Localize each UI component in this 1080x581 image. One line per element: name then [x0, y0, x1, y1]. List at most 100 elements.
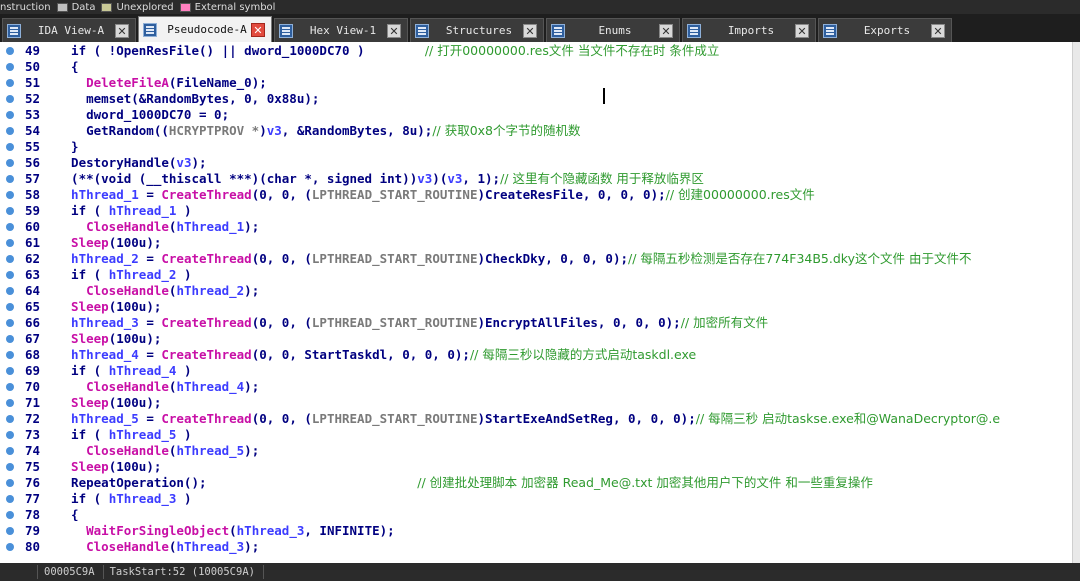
code-text: (**(void (__thiscall ***)(char *, signed… [56, 171, 704, 187]
code-text: dword_1000DC70 = 0; [56, 107, 229, 123]
pseudocode-view[interactable]: 49 if ( !OpenResFile() || dword_1000DC70… [0, 42, 1072, 563]
vertical-scrollbar[interactable] [1072, 42, 1080, 563]
code-line[interactable]: 57 (**(void (__thiscall ***)(char *, sig… [0, 171, 1072, 187]
close-icon[interactable]: ✕ [251, 22, 265, 37]
code-line[interactable]: 60 CloseHandle(hThread_1); [0, 219, 1072, 235]
breakpoint-dot-icon[interactable] [6, 223, 14, 231]
breakpoint-dot-icon[interactable] [6, 415, 14, 423]
tab-ida-view-a[interactable]: IDA View-A ✕ [2, 18, 136, 42]
close-icon[interactable]: ✕ [659, 23, 673, 38]
code-line[interactable]: 72 hThread_5 = CreateThread(0, 0, (LPTHR… [0, 411, 1072, 427]
code-line[interactable]: 71 Sleep(100u); [0, 395, 1072, 411]
code-line[interactable]: 69 if ( hThread_4 ) [0, 363, 1072, 379]
code-line[interactable]: 76 RepeatOperation(); // 创建批处理脚本 加密器 Rea… [0, 475, 1072, 491]
code-line[interactable]: 80 CloseHandle(hThread_3); [0, 539, 1072, 555]
close-icon[interactable]: ✕ [387, 23, 401, 38]
breakpoint-dot-icon[interactable] [6, 479, 14, 487]
code-line[interactable]: 70 CloseHandle(hThread_4); [0, 379, 1072, 395]
code-line[interactable]: 74 CloseHandle(hThread_5); [0, 443, 1072, 459]
tab-exports[interactable]: Exports ✕ [818, 18, 952, 42]
code-line[interactable]: 67 Sleep(100u); [0, 331, 1072, 347]
line-number: 79 [24, 523, 40, 538]
code-line[interactable]: 73 if ( hThread_5 ) [0, 427, 1072, 443]
code-line[interactable]: 49 if ( !OpenResFile() || dword_1000DC70… [0, 43, 1072, 59]
code-token: ); [244, 539, 260, 554]
breakpoint-dot-icon[interactable] [6, 255, 14, 263]
code-line[interactable]: 54 GetRandom((HCRYPTPROV *)v3, &RandomBy… [0, 123, 1072, 139]
code-line[interactable]: 66 hThread_3 = CreateThread(0, 0, (LPTHR… [0, 315, 1072, 331]
breakpoint-dot-icon[interactable] [6, 111, 14, 119]
breakpoint-dot-icon[interactable] [6, 447, 14, 455]
close-icon[interactable]: ✕ [795, 23, 809, 38]
tab-hex-view-1[interactable]: Hex View-1 ✕ [274, 18, 408, 42]
breakpoint-dot-icon[interactable] [6, 271, 14, 279]
code-line[interactable]: 78 { [0, 507, 1072, 523]
tab-pseudocode-a[interactable]: Pseudocode-A ✕ [138, 16, 272, 42]
code-line[interactable]: 58 hThread_1 = CreateThread(0, 0, (LPTHR… [0, 187, 1072, 203]
code-line[interactable]: 55 } [0, 139, 1072, 155]
breakpoint-dot-icon[interactable] [6, 367, 14, 375]
breakpoint-dot-icon[interactable] [6, 319, 14, 327]
code-line[interactable]: 50 { [0, 59, 1072, 75]
code-line[interactable]: 59 if ( hThread_1 ) [0, 203, 1072, 219]
close-icon[interactable]: ✕ [523, 23, 537, 38]
breakpoint-dot-icon[interactable] [6, 63, 14, 71]
breakpoint-dot-icon[interactable] [6, 127, 14, 135]
code-line[interactable]: 56 DestoryHandle(v3); [0, 155, 1072, 171]
code-token: (0, 0, ( [251, 411, 312, 426]
code-line[interactable]: 52 memset(&RandomBytes, 0, 0x88u); [0, 91, 1072, 107]
tab-imports[interactable]: Imports ✕ [682, 18, 816, 42]
breakpoint-dot-icon[interactable] [6, 207, 14, 215]
breakpoint-dot-icon[interactable] [6, 95, 14, 103]
breakpoint-dot-icon[interactable] [6, 175, 14, 183]
code-text: hThread_3 = CreateThread(0, 0, (LPTHREAD… [56, 315, 768, 331]
code-line[interactable]: 77 if ( hThread_3 ) [0, 491, 1072, 507]
breakpoint-dot-icon[interactable] [6, 287, 14, 295]
code-token: CloseHandle [86, 539, 169, 554]
breakpoint-dot-icon[interactable] [6, 527, 14, 535]
breakpoint-dot-icon[interactable] [6, 511, 14, 519]
line-number: 62 [24, 251, 40, 266]
code-text: Sleep(100u); [56, 299, 161, 315]
code-token: LPTHREAD_START_ROUTINE [311, 187, 478, 202]
line-number: 73 [24, 427, 40, 442]
code-line[interactable]: 62 hThread_2 = CreateThread(0, 0, (LPTHR… [0, 251, 1072, 267]
tab-structures[interactable]: Structures ✕ [410, 18, 544, 42]
close-icon[interactable]: ✕ [931, 23, 945, 38]
breakpoint-dot-icon[interactable] [6, 191, 14, 199]
code-text: hThread_2 = CreateThread(0, 0, (LPTHREAD… [56, 251, 971, 267]
code-line[interactable]: 75 Sleep(100u); [0, 459, 1072, 475]
breakpoint-dot-icon[interactable] [6, 383, 14, 391]
code-line[interactable]: 63 if ( hThread_2 ) [0, 267, 1072, 283]
code-line[interactable]: 64 CloseHandle(hThread_2); [0, 283, 1072, 299]
breakpoint-dot-icon[interactable] [6, 543, 14, 551]
breakpoint-dot-icon[interactable] [6, 47, 14, 55]
breakpoint-dot-icon[interactable] [6, 399, 14, 407]
tab-enums[interactable]: Enums ✕ [546, 18, 680, 42]
breakpoint-dot-icon[interactable] [6, 431, 14, 439]
breakpoint-dot-icon[interactable] [6, 159, 14, 167]
close-icon[interactable]: ✕ [115, 23, 129, 38]
breakpoint-dot-icon[interactable] [6, 79, 14, 87]
line-number: 65 [24, 299, 40, 314]
code-token: hThread_5 [56, 411, 139, 426]
breakpoint-dot-icon[interactable] [6, 335, 14, 343]
enums-icon [551, 23, 565, 38]
code-text: hThread_1 = CreateThread(0, 0, (LPTHREAD… [56, 187, 815, 203]
breakpoint-dot-icon[interactable] [6, 463, 14, 471]
breakpoint-dot-icon[interactable] [6, 351, 14, 359]
code-line[interactable]: 53 dword_1000DC70 = 0; [0, 107, 1072, 123]
line-number: 51 [24, 75, 40, 90]
code-line[interactable]: 51 DeleteFileA(FileName_0); [0, 75, 1072, 91]
code-line[interactable]: 61 Sleep(100u); [0, 235, 1072, 251]
code-line[interactable]: 65 Sleep(100u); [0, 299, 1072, 315]
tab-label: Exports [863, 24, 911, 37]
code-line[interactable]: 79 WaitForSingleObject(hThread_3, INFINI… [0, 523, 1072, 539]
breakpoint-dot-icon[interactable] [6, 239, 14, 247]
legend-bar: nstruction Data Unexplored External symbol [0, 0, 1080, 14]
code-line[interactable]: 68 hThread_4 = CreateThread(0, 0, StartT… [0, 347, 1072, 363]
breakpoint-dot-icon[interactable] [6, 303, 14, 311]
breakpoint-dot-icon[interactable] [6, 495, 14, 503]
breakpoint-dot-icon[interactable] [6, 143, 14, 151]
line-number: 68 [24, 347, 40, 362]
